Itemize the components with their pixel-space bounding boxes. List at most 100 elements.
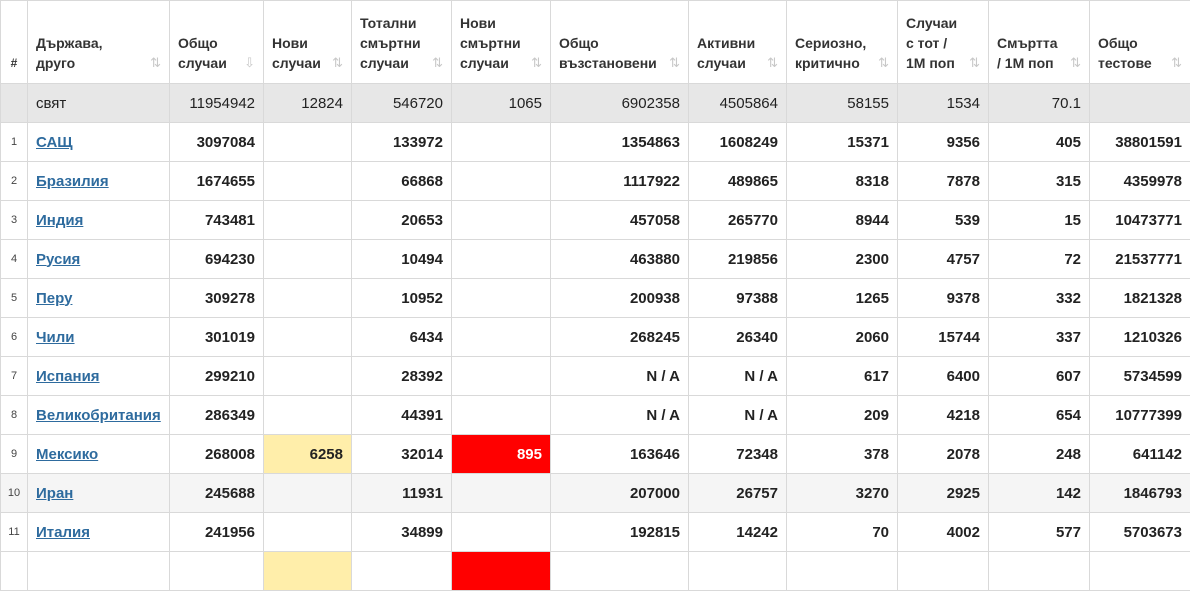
total-deaths-cell: 10494 <box>352 240 452 279</box>
new-cases-cell <box>264 279 352 318</box>
country-cell[interactable]: Индия <box>28 201 170 240</box>
rank-cell: 11 <box>1 513 28 552</box>
sort-icon[interactable]: ⇅ <box>531 53 542 73</box>
total-deaths-cell: 28392 <box>352 357 452 396</box>
total-cases-cell: 286349 <box>170 396 264 435</box>
deaths-per-1m-cell: 654 <box>989 396 1090 435</box>
empty-cell <box>264 552 352 591</box>
column-active-cases-header[interactable]: Активни случаи⇅ <box>689 1 787 84</box>
cases-per-1m-cell: 1534 <box>898 84 989 123</box>
header-label: Общо тестове <box>1098 33 1182 73</box>
column-cases-per-1m-header[interactable]: Случаи с тот / 1М поп⇅ <box>898 1 989 84</box>
rank-cell: 10 <box>1 474 28 513</box>
column-total-recovered-header[interactable]: Общо възстановени⇅ <box>551 1 689 84</box>
column-new-cases-header[interactable]: Нови случаи⇅ <box>264 1 352 84</box>
sort-icon[interactable]: ⇅ <box>669 53 680 73</box>
cases-per-1m-cell: 15744 <box>898 318 989 357</box>
rank-cell: 3 <box>1 201 28 240</box>
deaths-per-1m-cell: 70.1 <box>989 84 1090 123</box>
column-deaths-per-1m-header[interactable]: Смъртта / 1М поп⇅ <box>989 1 1090 84</box>
total-cases-cell: 309278 <box>170 279 264 318</box>
country-link[interactable]: Великобритания <box>36 407 161 424</box>
new-deaths-cell <box>452 201 551 240</box>
new-cases-cell <box>264 513 352 552</box>
total-tests-cell: 1210326 <box>1090 318 1190 357</box>
total-tests-cell: 5703673 <box>1090 513 1190 552</box>
new-deaths-cell: 895 <box>452 435 551 474</box>
country-cell[interactable]: Русия <box>28 240 170 279</box>
header-label: Активни случаи <box>697 33 778 73</box>
sort-icon[interactable]: ⇅ <box>332 53 343 73</box>
cases-per-1m-cell: 4757 <box>898 240 989 279</box>
country-cell[interactable]: Италия <box>28 513 170 552</box>
total-deaths-cell: 44391 <box>352 396 452 435</box>
total-cases-cell: 1674655 <box>170 162 264 201</box>
country-link[interactable]: Испания <box>36 368 100 385</box>
table-body: свят119549421282454672010656902358450586… <box>1 84 1190 591</box>
active-cases-cell: 1608249 <box>689 123 787 162</box>
country-link[interactable]: Чили <box>36 329 75 346</box>
deaths-per-1m-cell: 607 <box>989 357 1090 396</box>
column-new-deaths-header[interactable]: Нови смъртни случаи⇅ <box>452 1 551 84</box>
country-link[interactable]: САЩ <box>36 134 73 151</box>
country-link[interactable]: Русия <box>36 251 80 268</box>
total-recovered-cell: N / A <box>551 357 689 396</box>
sort-icon[interactable]: ⇅ <box>878 53 889 73</box>
sort-icon[interactable]: ⇅ <box>150 53 161 73</box>
column-total-cases-header[interactable]: Общо случаи⇩ <box>170 1 264 84</box>
new-deaths-cell <box>452 240 551 279</box>
deaths-per-1m-cell: 315 <box>989 162 1090 201</box>
column-serious-critical-header[interactable]: Сериозно, критично⇅ <box>787 1 898 84</box>
rank-cell: 4 <box>1 240 28 279</box>
country-cell[interactable]: Испания <box>28 357 170 396</box>
serious-critical-cell: 3270 <box>787 474 898 513</box>
new-deaths-cell <box>452 318 551 357</box>
active-cases-cell: 26340 <box>689 318 787 357</box>
rank-cell: 6 <box>1 318 28 357</box>
sort-icon[interactable]: ⇅ <box>432 53 443 73</box>
header-label: Нови смъртни случаи <box>460 13 542 73</box>
country-cell[interactable]: Иран <box>28 474 170 513</box>
deaths-per-1m-cell: 337 <box>989 318 1090 357</box>
column-country-header[interactable]: Държава, друго⇅ <box>28 1 170 84</box>
country-cell[interactable]: Бразилия <box>28 162 170 201</box>
total-tests-cell <box>1090 84 1190 123</box>
sort-icon[interactable]: ⇅ <box>969 53 980 73</box>
header-label: Сериозно, критично <box>795 33 889 73</box>
sort-icon[interactable]: ⇅ <box>767 53 778 73</box>
table-row: 8Великобритания28634944391N / AN / A2094… <box>1 396 1190 435</box>
sort-desc-icon[interactable]: ⇩ <box>244 53 255 73</box>
total-recovered-cell: N / A <box>551 396 689 435</box>
total-recovered-cell: 1354863 <box>551 123 689 162</box>
column-total-deaths-header[interactable]: Тотални смъртни случаи⇅ <box>352 1 452 84</box>
serious-critical-cell: 70 <box>787 513 898 552</box>
cases-per-1m-cell: 6400 <box>898 357 989 396</box>
country-link[interactable]: Италия <box>36 524 90 541</box>
empty-cell <box>170 552 264 591</box>
rank-cell: 7 <box>1 357 28 396</box>
total-deaths-cell: 66868 <box>352 162 452 201</box>
country-link[interactable]: Мексико <box>36 446 98 463</box>
country-cell[interactable]: Чили <box>28 318 170 357</box>
column-total-tests-header[interactable]: Общо тестове⇅ <box>1090 1 1190 84</box>
country-cell[interactable]: Великобритания <box>28 396 170 435</box>
rank-cell <box>1 84 28 123</box>
serious-critical-cell: 2300 <box>787 240 898 279</box>
country-cell[interactable]: САЩ <box>28 123 170 162</box>
world-row: свят119549421282454672010656902358450586… <box>1 84 1190 123</box>
country-cell[interactable]: Мексико <box>28 435 170 474</box>
cases-per-1m-cell: 9378 <box>898 279 989 318</box>
sort-icon[interactable]: ⇅ <box>1070 53 1081 73</box>
country-link[interactable]: Бразилия <box>36 173 109 190</box>
serious-critical-cell: 15371 <box>787 123 898 162</box>
country-cell[interactable]: Перу <box>28 279 170 318</box>
sort-icon[interactable]: ⇅ <box>1171 53 1182 73</box>
country-link[interactable]: Индия <box>36 212 83 229</box>
country-link[interactable]: Перу <box>36 290 72 307</box>
table-row: 1САЩ309708413397213548631608249153719356… <box>1 123 1190 162</box>
country-link[interactable]: Иран <box>36 485 73 502</box>
deaths-per-1m-cell: 332 <box>989 279 1090 318</box>
active-cases-cell: 26757 <box>689 474 787 513</box>
total-deaths-cell: 20653 <box>352 201 452 240</box>
total-recovered-cell: 6902358 <box>551 84 689 123</box>
